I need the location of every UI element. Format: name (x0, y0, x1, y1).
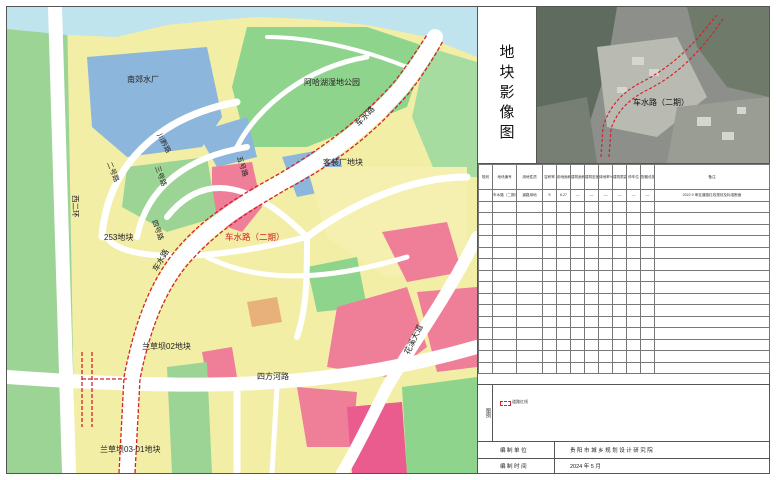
cell: 道路用地 (516, 189, 543, 202)
header-cell: 地块编号 (492, 164, 517, 190)
label-sifang-road: 四方河路 (257, 371, 289, 381)
legend-item-label: 道路红线 (512, 399, 528, 404)
label-xierhuan: 西二环 (71, 195, 80, 218)
table-row-empty (478, 292, 770, 305)
header-cell: 容积率 (542, 164, 557, 190)
label-nanjiao-shuichang: 南郊水厂 (127, 74, 159, 84)
table-row-empty (478, 315, 770, 328)
label-keshenchang: 客装厂地块 (323, 157, 363, 167)
header-cell: 建筑密度% (584, 164, 599, 190)
cell: — (612, 189, 627, 202)
title-char-3: 影 (499, 84, 515, 101)
header-cell: 建筑限高(m) (612, 164, 627, 190)
header-cell: 用地面积(公顷) (556, 164, 571, 190)
table-row-empty (478, 281, 770, 294)
table-row-empty (478, 350, 770, 363)
footer-time-value: 2024 年 5 月 (570, 464, 601, 470)
cell: — (640, 189, 655, 202)
header-cell: 用地性质 (516, 164, 543, 190)
table-row-empty (478, 223, 770, 236)
table-row-empty (478, 327, 770, 340)
table-header-row: 规划 地块编号 用地性质 容积率 用地面积(公顷) 建筑面积 建筑密度% 绿地率… (478, 164, 770, 190)
photo-road-label: 车水路（二期） (633, 97, 689, 107)
cell: S (542, 189, 557, 202)
cell: 车水路（二期） (492, 189, 517, 202)
title-char-2: 块 (499, 64, 515, 81)
info-panel: 地 块 影 像 图 车水路（二期） 规划 地块编号 用地性质 容积率 用地面积 … (478, 7, 770, 474)
footer-unit-value: 贵 阳 市 城 乡 规 划 设 计 研 究 院 (570, 448, 653, 454)
title-char-4: 像 (499, 104, 515, 121)
label-lancaoba0301: 兰草坝03-01地块 (100, 444, 160, 454)
green-southeast (402, 377, 477, 473)
table-row-empty (478, 235, 770, 248)
header-cell: 备注 (654, 164, 770, 190)
row-blank (478, 189, 493, 202)
drawing-sheet: 南郊水厂 阿哈湖湿地公园 车水路 川黔路 五号路 客装厂地块 二号路 三号路 西… (6, 6, 770, 474)
table-row: 车水路（二期） 道路用地 S 6.27 — — — — — — 2022.9 审… (478, 189, 770, 202)
cell: — (584, 189, 599, 202)
legend: 图例 道路红线 (478, 384, 769, 441)
land-use-map: 南郊水厂 阿哈湖湿地公园 车水路 川黔路 五号路 客装厂地块 二号路 三号路 西… (7, 7, 478, 473)
table-row-empty (478, 246, 770, 259)
cell: — (570, 189, 585, 202)
header-cell: 停车位 (626, 164, 641, 190)
footer-time-key: 编 制 时 间 (500, 464, 527, 470)
label-plot-253: 253地块 (104, 232, 133, 242)
header-cell: 建筑面积 (570, 164, 585, 190)
aerial-photo: 车水路（二期） (537, 7, 769, 164)
header-cell: 配套设施 (640, 164, 655, 190)
table-row-empty (478, 212, 770, 225)
table-row-empty (478, 304, 770, 317)
title-char-1: 地 (499, 44, 515, 61)
title-char-5: 图 (499, 124, 515, 141)
table-row-empty (478, 338, 770, 351)
cell: — (598, 189, 613, 202)
header-cell: 绿地率% (598, 164, 613, 190)
footer-block: 编 制 单 位 贵 阳 市 城 乡 规 划 设 计 研 究 院 编 制 时 间 … (478, 441, 769, 474)
footer-unit-row: 编 制 单 位 贵 阳 市 城 乡 规 划 设 计 研 究 院 (478, 442, 769, 458)
footer-unit-key: 编 制 单 位 (500, 448, 527, 454)
table-row-empty (478, 200, 770, 213)
cell: — (626, 189, 641, 202)
table-row-empty (478, 269, 770, 282)
industrial-area-1 (247, 297, 282, 327)
footer-time-row: 编 制 时 间 2024 年 5 月 (478, 458, 769, 474)
legend-title: 图例 (478, 385, 493, 441)
label-project-road: 车水路（二期） (225, 232, 285, 242)
aerial-photo-canvas: 车水路（二期） (537, 7, 769, 163)
map-canvas: 南郊水厂 阿哈湖湿地公园 车水路 川黔路 五号路 客装厂地块 二号路 三号路 西… (7, 7, 477, 473)
redline-swatch (500, 401, 511, 406)
label-aha-park: 阿哈湖湿地公园 (304, 77, 360, 87)
title-block: 地 块 影 像 图 (478, 7, 537, 164)
cell: 6.27 (556, 189, 571, 202)
cell: 2022.9 审定道路红线规划及标准断面 (654, 189, 770, 202)
table-side-label: 规划 (478, 164, 493, 190)
table-row-empty (478, 258, 770, 271)
label-lancaoba02: 兰草坝02地块 (142, 341, 191, 351)
table-row-empty (478, 361, 770, 374)
land-use-table: 规划 地块编号 用地性质 容积率 用地面积(公顷) 建筑面积 建筑密度% 绿地率… (478, 164, 770, 384)
